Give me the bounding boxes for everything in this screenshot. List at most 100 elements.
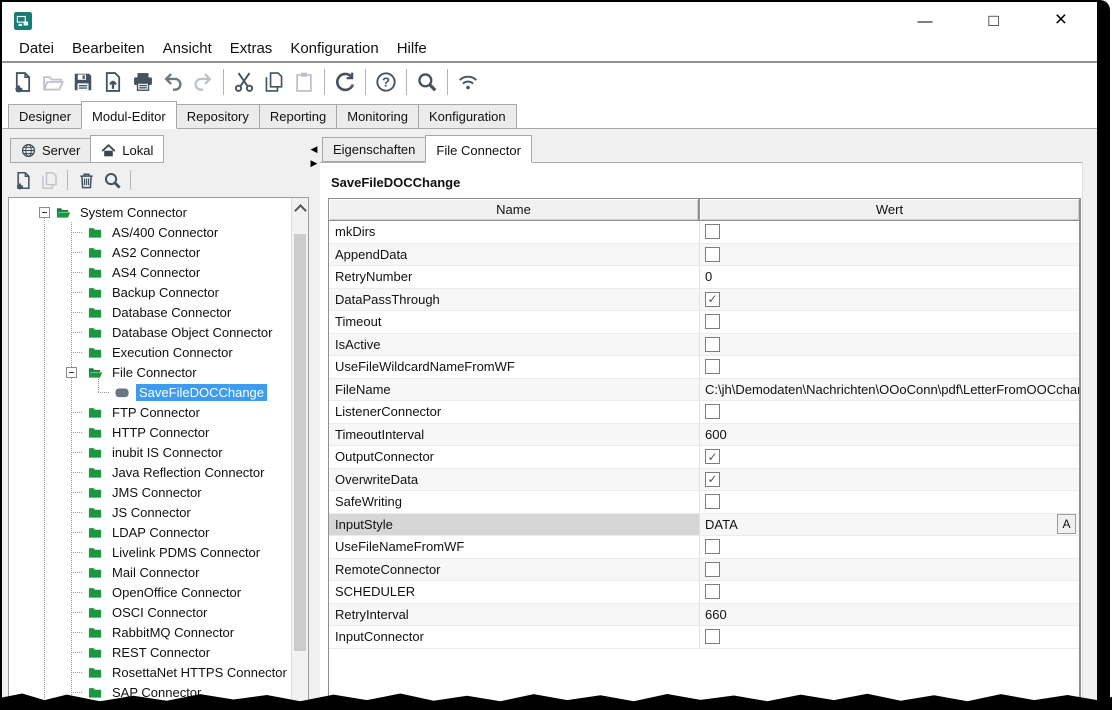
tab-designer[interactable]: Designer (8, 104, 82, 128)
checkbox[interactable] (705, 247, 720, 262)
checkbox[interactable]: ✓ (705, 292, 720, 307)
tree-tab-lokal[interactable]: Lokal (90, 135, 164, 163)
tree-item-savefiledocchange[interactable]: SaveFileDOCChange (98, 382, 291, 402)
tree-item-rabbitmq-connector[interactable]: RabbitMQ Connector (71, 622, 291, 642)
column-header-name[interactable]: Name (329, 199, 700, 220)
tree-item-livelink-pdms-connector[interactable]: Livelink PDMS Connector (71, 542, 291, 562)
tree-item-backup-connector[interactable]: Backup Connector (71, 282, 291, 302)
redo-button[interactable] (188, 67, 218, 97)
search-button[interactable] (412, 67, 442, 97)
tree-item-system-connector[interactable]: System Connector (39, 202, 291, 222)
open-folder-button[interactable] (38, 67, 68, 97)
collapse-left-icon[interactable]: ◀ (311, 145, 318, 154)
help-button[interactable]: ? (371, 67, 401, 97)
new-file-button[interactable] (8, 67, 38, 97)
copy-button[interactable] (259, 67, 289, 97)
tree-item-as2-connector[interactable]: AS2 Connector (71, 242, 291, 262)
tree-item-file-connector[interactable]: File Connector (66, 362, 291, 382)
tree-item-label: JMS Connector (109, 484, 205, 501)
checkbox[interactable] (705, 562, 720, 577)
tree-item-mail-connector[interactable]: Mail Connector (71, 562, 291, 582)
trash-button[interactable] (73, 167, 99, 193)
paste-icon (293, 71, 315, 93)
menu-ansicht[interactable]: Ansicht (154, 38, 221, 59)
cut-button[interactable] (229, 67, 259, 97)
paste-button[interactable] (289, 67, 319, 97)
collapse-icon[interactable] (39, 207, 50, 218)
new-file-icon (12, 71, 34, 93)
tab-konfiguration[interactable]: Konfiguration (418, 104, 517, 128)
tree-item-rest-connector[interactable]: REST Connector (71, 642, 291, 662)
tree-item-label: RabbitMQ Connector (109, 624, 237, 641)
tree-item-database-connector[interactable]: Database Connector (71, 302, 291, 322)
tree-item-http-connector[interactable]: HTTP Connector (71, 422, 291, 442)
menu-bearbeiten[interactable]: Bearbeiten (63, 38, 154, 59)
checkbox[interactable] (705, 584, 720, 599)
tree-item-label: SaveFileDOCChange (136, 384, 267, 401)
property-value (700, 536, 1079, 558)
tree-item-rosettanet-https-connector[interactable]: RosettaNet HTTPS Connector (71, 662, 291, 682)
folder-icon (87, 605, 103, 620)
tree-item-openoffice-connector[interactable]: OpenOffice Connector (71, 582, 291, 602)
tree-item-jms-connector[interactable]: JMS Connector (71, 482, 291, 502)
property-name: RetryInterval (329, 604, 700, 626)
properties-tab-eigenschaften[interactable]: Eigenschaften (322, 137, 426, 162)
tab-monitoring[interactable]: Monitoring (336, 104, 419, 128)
refresh-button[interactable] (330, 67, 360, 97)
tree-item-java-reflection-connector[interactable]: Java Reflection Connector (71, 462, 291, 482)
folder-open-icon (87, 365, 103, 380)
checkbox[interactable]: ✓ (705, 472, 720, 487)
tree-tab-server[interactable]: Server (10, 138, 91, 163)
tree-item-ftp-connector[interactable]: FTP Connector (71, 402, 291, 422)
tree-guide-stub (71, 252, 82, 253)
checkbox[interactable] (705, 224, 720, 239)
tree-item-database-object-connector[interactable]: Database Object Connector (71, 322, 291, 342)
undo-button[interactable] (158, 67, 188, 97)
checkbox[interactable]: ✓ (705, 449, 720, 464)
checkbox[interactable] (705, 539, 720, 554)
save-button[interactable] (68, 67, 98, 97)
tree-scrollbar-thumb[interactable] (294, 234, 306, 651)
checkbox[interactable] (705, 314, 720, 329)
properties-scrollbar[interactable] (1082, 162, 1097, 702)
checkbox[interactable] (705, 337, 720, 352)
wifi-button[interactable] (453, 67, 483, 97)
properties-tab-file-connector[interactable]: File Connector (425, 135, 532, 163)
panel-splitter[interactable]: ◀ ▶ (308, 145, 320, 168)
tab-label: Designer (19, 109, 71, 124)
tree-scrollbar[interactable] (291, 198, 308, 701)
font-selector-button[interactable]: A (1057, 514, 1076, 534)
scroll-up-icon[interactable] (294, 204, 307, 217)
column-header-wert[interactable]: Wert (700, 199, 1079, 220)
checkbox[interactable] (705, 359, 720, 374)
collapse-right-icon[interactable]: ▶ (311, 159, 318, 168)
checkin-file-button[interactable] (98, 67, 128, 97)
tree-item-execution-connector[interactable]: Execution Connector (71, 342, 291, 362)
tree-item-ldap-connector[interactable]: LDAP Connector (71, 522, 291, 542)
checkbox[interactable] (705, 404, 720, 419)
new-file-button[interactable] (10, 167, 36, 193)
folder-icon (87, 465, 103, 480)
copy-button[interactable] (36, 167, 62, 193)
print-button[interactable] (128, 67, 158, 97)
tab-modul-editor[interactable]: Modul-Editor (81, 101, 177, 129)
tree-item-js-connector[interactable]: JS Connector (71, 502, 291, 522)
search-button[interactable] (99, 167, 125, 193)
maximize-button[interactable]: □ (988, 12, 998, 29)
minimize-button[interactable]: — (917, 14, 932, 29)
tree-item-as4-connector[interactable]: AS4 Connector (71, 262, 291, 282)
close-button[interactable]: × (1055, 9, 1067, 30)
checkbox[interactable] (705, 629, 720, 644)
menu-konfiguration[interactable]: Konfiguration (281, 38, 387, 59)
tab-reporting[interactable]: Reporting (259, 104, 337, 128)
menu-hilfe[interactable]: Hilfe (388, 38, 436, 59)
tree-item-as-400-connector[interactable]: AS/400 Connector (71, 222, 291, 242)
tab-repository[interactable]: Repository (176, 104, 260, 128)
tree-item-inubit-is-connector[interactable]: inubit IS Connector (71, 442, 291, 462)
menu-datei[interactable]: Datei (10, 38, 63, 59)
menu-extras[interactable]: Extras (221, 38, 282, 59)
tree-item-osci-connector[interactable]: OSCI Connector (71, 602, 291, 622)
checkbox[interactable] (705, 494, 720, 509)
tree-item-label: FTP Connector (109, 404, 203, 421)
collapse-icon[interactable] (66, 367, 77, 378)
